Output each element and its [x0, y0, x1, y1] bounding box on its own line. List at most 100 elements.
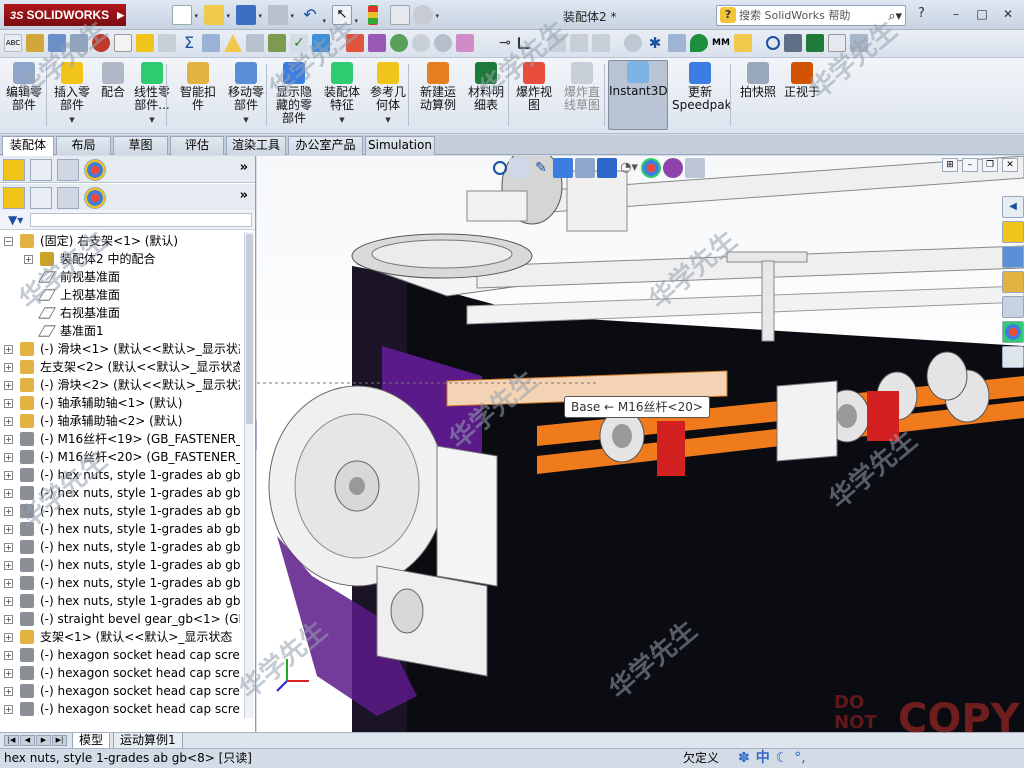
cmd-button-16[interactable]: 正视于 [782, 62, 822, 99]
report-icon[interactable] [828, 34, 846, 52]
section-view-icon[interactable] [553, 158, 573, 178]
document-icon[interactable] [114, 34, 132, 52]
expand-icon[interactable]: + [4, 669, 13, 678]
design-study-icon[interactable] [346, 34, 364, 52]
expand-icon[interactable]: + [4, 453, 13, 462]
show-display-icon[interactable] [456, 34, 474, 52]
dropdown-arrow-icon[interactable]: ▼ [52, 114, 92, 127]
view-orientation-icon[interactable] [575, 158, 595, 178]
task-pane-expand-icon[interactable]: ◀ [1002, 196, 1024, 218]
open-folder-icon[interactable]: ▾ [204, 5, 230, 25]
tab-motion-study-1[interactable]: 运动算例1 [113, 733, 183, 749]
tree-item[interactable]: + (-) hexagon socket head cap screw [0, 682, 240, 700]
dropdown-arrow-icon[interactable]: ▼ [368, 114, 408, 127]
feature-manager-tab-2-icon[interactable] [3, 187, 25, 209]
tree-item[interactable]: + (-) M16丝杆<19> (GB_FASTENER_B [0, 430, 240, 448]
tree-item[interactable]: 上视基准面 [0, 286, 240, 304]
first-tab-icon[interactable]: |◀ [4, 735, 19, 746]
prev-tab-icon[interactable]: ◀ [20, 735, 35, 746]
save-icon[interactable]: ▾ [236, 5, 262, 25]
expand-icon[interactable]: + [4, 507, 13, 516]
tree-item[interactable]: + (-) 轴承辅助轴<2> (默认) [0, 412, 240, 430]
binoculars-icon[interactable] [784, 34, 802, 52]
panel-expand-chevron-2-icon[interactable]: » [240, 188, 248, 203]
tree-item[interactable]: + (-) straight bevel gear_gb<1> (GB [0, 610, 240, 628]
warning-icon[interactable] [224, 34, 242, 52]
search-icon[interactable]: ⌕▾ [888, 7, 902, 26]
cmd-button-11[interactable]: 爆炸视图 [514, 62, 554, 112]
expand-icon[interactable]: + [4, 705, 13, 714]
view-settings-icon[interactable] [685, 158, 705, 178]
gear-check-icon[interactable] [48, 34, 66, 52]
grid-icon[interactable] [850, 34, 868, 52]
panel-expand-chevron-icon[interactable]: » [240, 160, 248, 175]
tree-item[interactable]: 前视基准面 [0, 268, 240, 286]
hole-icon[interactable] [434, 34, 452, 52]
cmd-button-6[interactable]: 显示隐藏的零部件 [272, 62, 316, 125]
restore-button[interactable]: □ [970, 4, 994, 24]
key-icon[interactable]: ⊸ [496, 34, 514, 52]
minimize-button[interactable]: – [944, 4, 968, 24]
reload-icon[interactable] [390, 34, 408, 52]
expand-icon[interactable]: + [4, 345, 13, 354]
expand-icon[interactable]: + [4, 561, 13, 570]
feature-manager-tab-icon[interactable] [3, 159, 25, 181]
tree-item[interactable]: + (-) hex nuts, style 1-grades ab gb [0, 502, 240, 520]
expand-icon[interactable]: + [4, 435, 13, 444]
expand-icon[interactable]: + [4, 543, 13, 552]
mass-properties-icon[interactable] [202, 34, 220, 52]
viewport-close-button[interactable]: ✕ [1002, 158, 1018, 172]
cmd-button-12[interactable]: 爆炸直线草图 [560, 62, 604, 112]
tab-0[interactable]: 装配体 [2, 136, 54, 156]
no-entry-icon[interactable] [412, 34, 430, 52]
close-button[interactable]: ✕ [996, 4, 1020, 24]
select-arrow-icon[interactable]: ↖ ▾ [332, 5, 358, 25]
tab-4[interactable]: 渲染工具 [226, 136, 286, 155]
appearances-scenes-icon[interactable] [1002, 321, 1024, 343]
asterisk-icon[interactable]: ✱ [646, 34, 664, 52]
check-icon[interactable]: ✓ [290, 34, 308, 52]
tree-item[interactable]: + (-) hexagon socket head cap screw [0, 700, 240, 718]
last-tab-icon[interactable]: ▶| [52, 735, 67, 746]
cmd-button-13[interactable]: Instant3D [608, 60, 668, 130]
ime-paw-icon[interactable]: ✽ [738, 750, 750, 767]
tree-item[interactable]: + (-) 滑块<2> (默认<<默认>_显示状态 [0, 376, 240, 394]
appearance-tab-2-icon[interactable] [84, 187, 106, 209]
excel-icon[interactable] [806, 34, 824, 52]
options-gear-icon[interactable]: ▾ [413, 5, 439, 25]
collapse-icon[interactable]: − [4, 237, 13, 246]
expand-icon[interactable]: + [4, 651, 13, 660]
previous-view-icon[interactable]: ✎ [531, 158, 551, 178]
tab-2[interactable]: 草图 [113, 136, 168, 155]
design-library-icon[interactable] [1002, 246, 1024, 268]
rebuild-traffic-light-icon[interactable] [368, 5, 378, 25]
display-style-icon[interactable] [597, 158, 617, 178]
sensor-icon[interactable] [368, 34, 386, 52]
cmd-button-10[interactable]: 材料明细表 [466, 62, 506, 112]
appearance-tab-icon[interactable] [84, 159, 106, 181]
expand-icon[interactable]: + [4, 597, 13, 606]
tree-scrollbar-thumb[interactable] [246, 234, 253, 424]
configuration-manager-tab-icon[interactable] [57, 159, 79, 181]
cmd-button-5[interactable]: 移动零部件 ▼ [226, 62, 266, 127]
tab-6[interactable]: Simulation [365, 136, 435, 155]
hide-show-items-icon[interactable]: ◔▾ [619, 158, 639, 178]
undo-icon[interactable]: ↶ ▾ [300, 5, 326, 26]
new-document-icon[interactable]: ▾ [172, 5, 198, 25]
file-properties-icon[interactable] [390, 5, 410, 25]
cmd-button-1[interactable]: 插入零部件 ▼ [52, 62, 92, 127]
map-pin-icon[interactable] [690, 34, 708, 52]
expand-icon[interactable]: + [24, 255, 33, 264]
spell-check-icon[interactable]: ABC [4, 34, 22, 52]
edit-appearance-icon[interactable] [641, 158, 661, 178]
viewport-restore-button[interactable]: ❐ [982, 158, 998, 172]
view-palette-icon[interactable] [1002, 296, 1024, 318]
gauge-icon[interactable] [92, 34, 110, 52]
tab-3[interactable]: 评估 [170, 136, 224, 155]
tree-item[interactable]: + (-) hex nuts, style 1-grades ab gb [0, 466, 240, 484]
apply-scene-icon[interactable] [663, 158, 683, 178]
cmd-button-9[interactable]: 新建运动算例 [416, 62, 460, 112]
cmd-button-2[interactable]: 配合 [98, 62, 128, 99]
cmd-button-0[interactable]: 编辑零部件 [2, 62, 46, 112]
expand-icon[interactable]: + [4, 381, 13, 390]
